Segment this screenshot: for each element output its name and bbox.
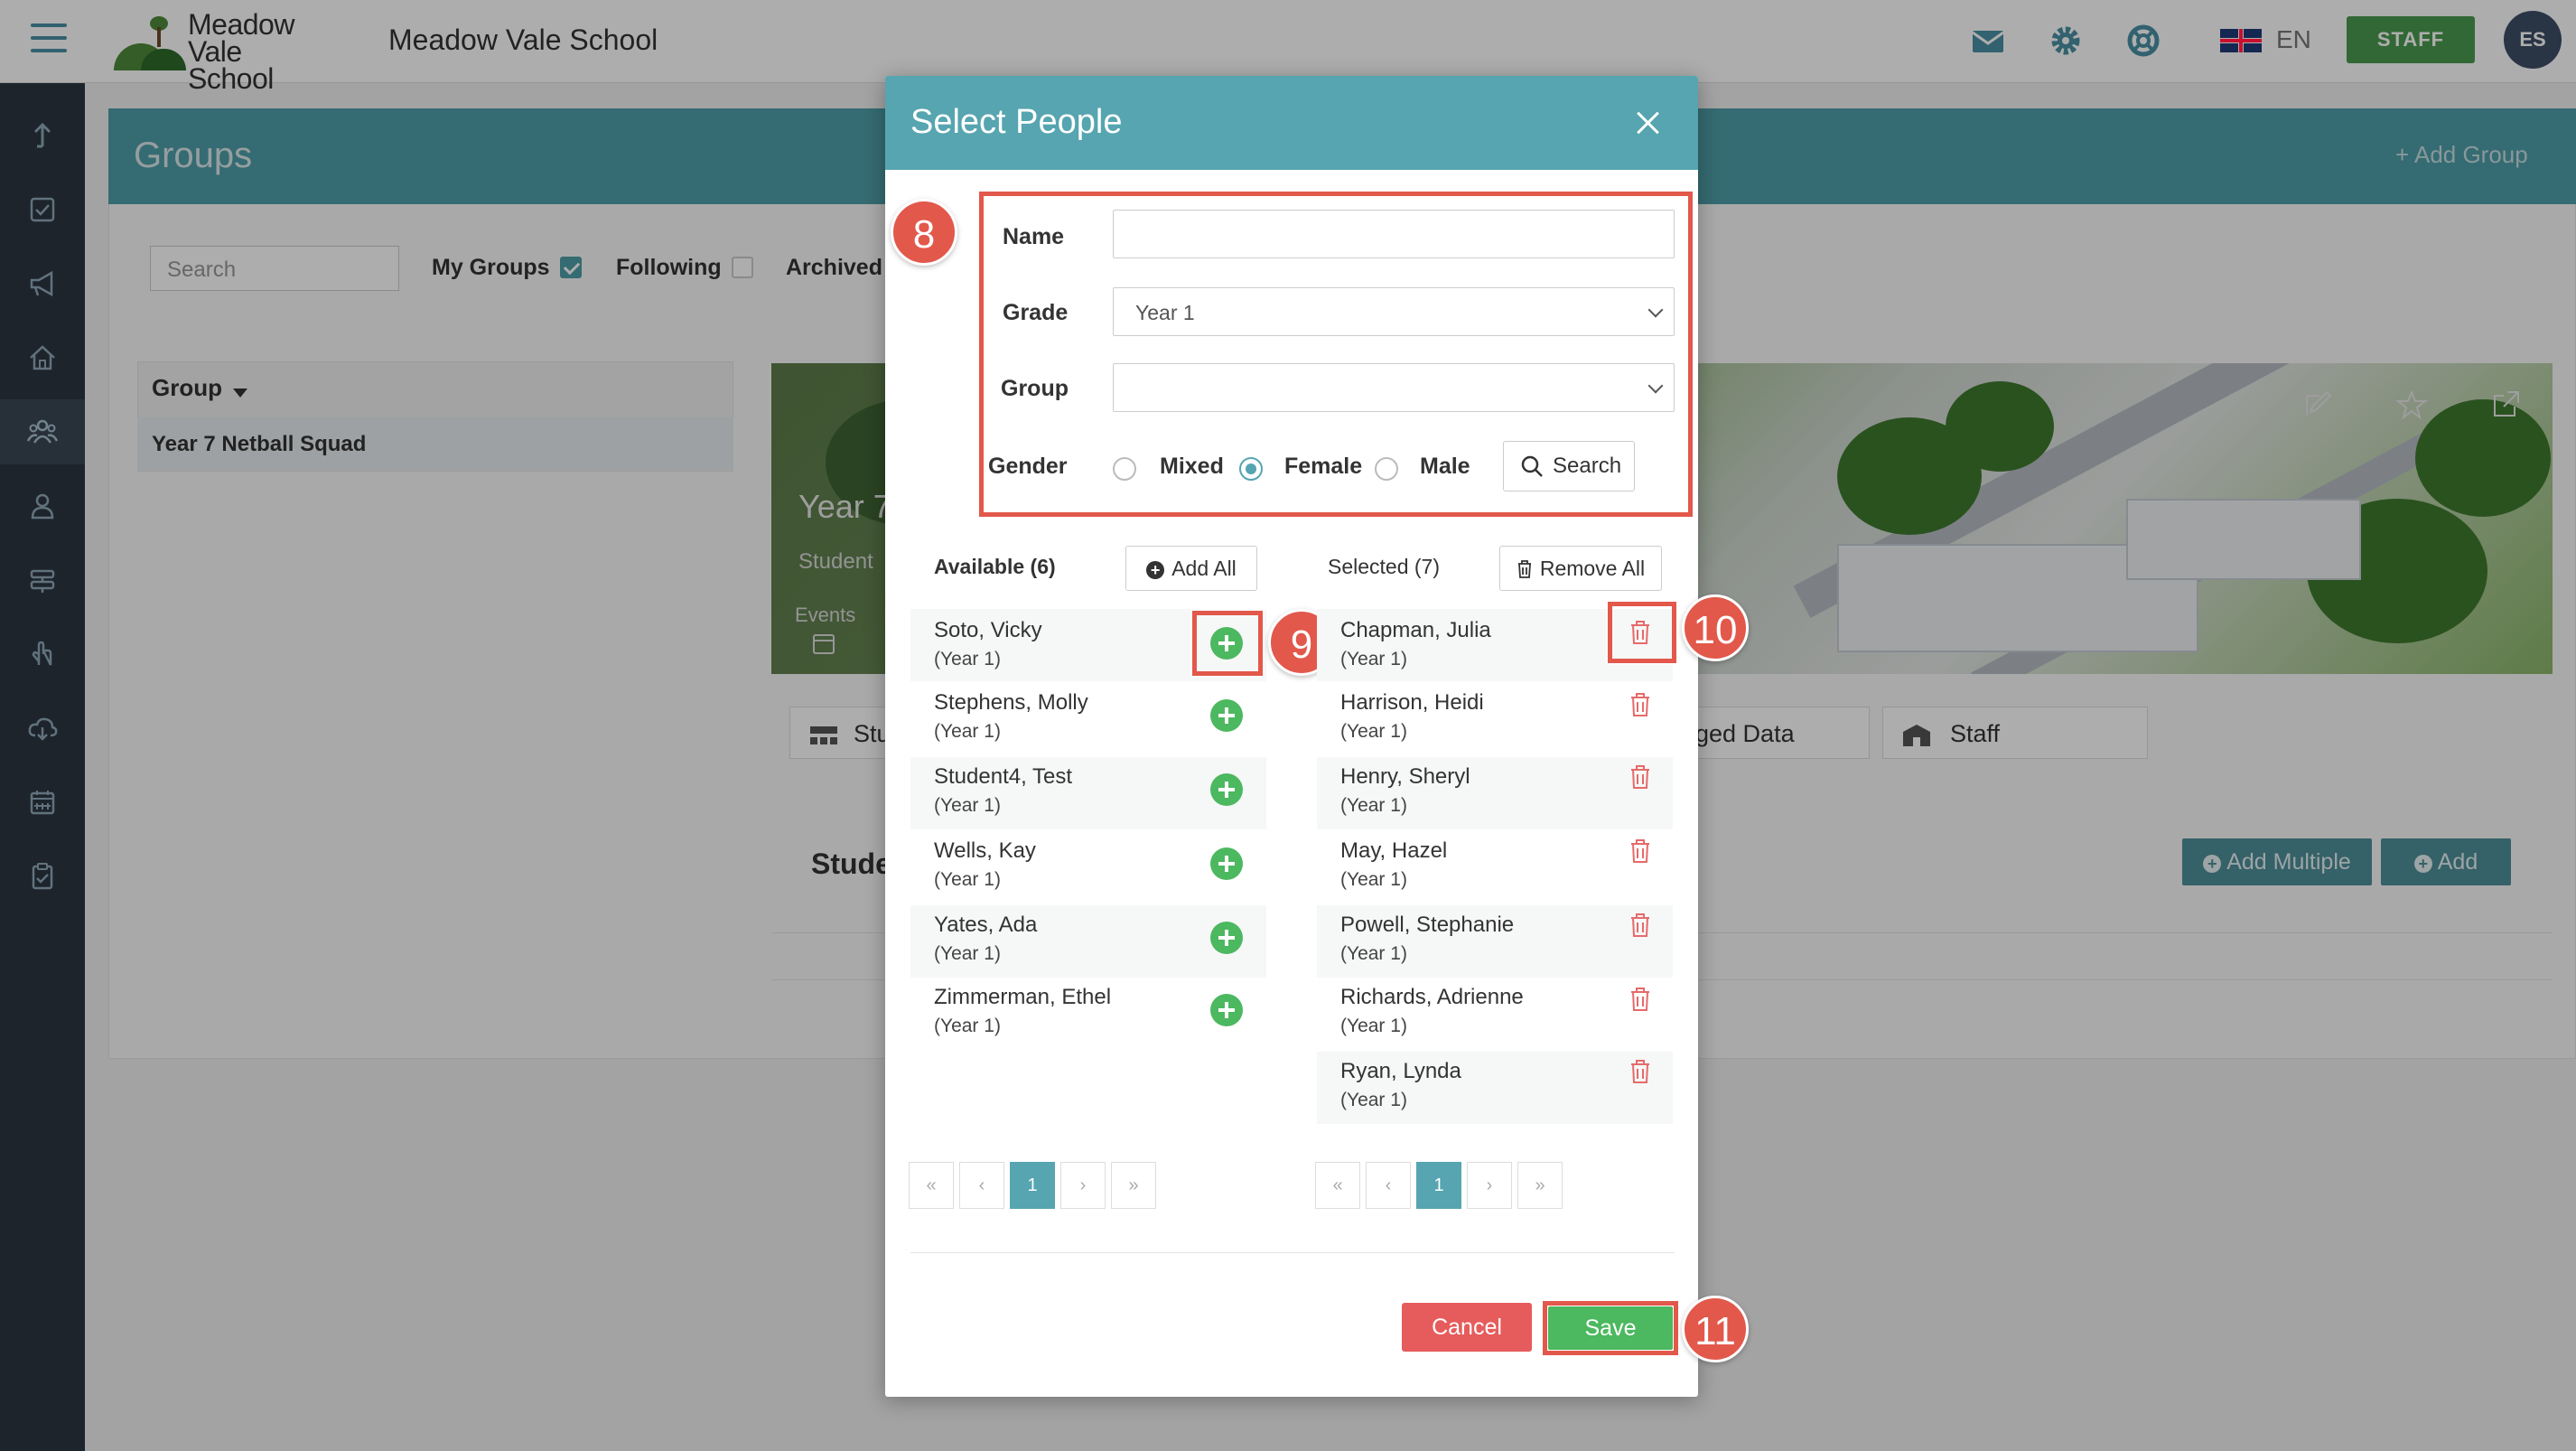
selected-year: (Year 1) (1340, 943, 1407, 964)
gender-female-label[interactable]: Female (1284, 454, 1362, 480)
available-name: Zimmerman, Ethel (934, 985, 1112, 1009)
add-person-icon[interactable] (1210, 994, 1243, 1026)
name-label: Name (1003, 224, 1065, 249)
selected-year: (Year 1) (1340, 795, 1407, 816)
pager-next[interactable]: › (1467, 1162, 1512, 1209)
trash-icon[interactable] (1629, 913, 1651, 938)
grade-select-value: Year 1 (1135, 301, 1195, 324)
grade-label: Grade (1003, 300, 1069, 325)
pager-next[interactable]: › (1060, 1162, 1106, 1209)
available-year: (Year 1) (934, 1016, 1001, 1036)
selected-name: Harrison, Heidi (1340, 690, 1484, 715)
add-all-button[interactable]: + Add All (1125, 546, 1257, 591)
plus-circle-icon: + (1146, 560, 1165, 579)
trash-icon[interactable] (1629, 987, 1651, 1012)
available-name: Yates, Ada (934, 913, 1038, 937)
add-person-icon[interactable] (1210, 627, 1243, 660)
available-name: Wells, Kay (934, 838, 1036, 863)
available-name: Stephens, Molly (934, 690, 1088, 715)
trash-icon[interactable] (1629, 692, 1651, 717)
trash-icon (1517, 560, 1531, 579)
selected-name: Chapman, Julia (1340, 618, 1491, 642)
cancel-button[interactable]: Cancel (1402, 1303, 1532, 1352)
search-button-label: Search (1553, 454, 1622, 478)
group-label: Group (1001, 376, 1069, 401)
available-year: (Year 1) (934, 649, 1001, 669)
trash-icon[interactable] (1629, 838, 1651, 864)
available-year: (Year 1) (934, 943, 1001, 964)
available-name: Student4, Test (934, 764, 1072, 789)
search-button[interactable]: Search (1503, 441, 1635, 491)
selected-header: Selected (7) (1328, 555, 1441, 578)
pager-last[interactable]: » (1111, 1162, 1156, 1209)
selected-year: (Year 1) (1340, 649, 1407, 669)
selected-year: (Year 1) (1340, 869, 1407, 890)
add-person-icon[interactable] (1210, 773, 1243, 806)
add-person-icon[interactable] (1210, 922, 1243, 954)
available-year: (Year 1) (934, 869, 1001, 890)
pager-last[interactable]: » (1517, 1162, 1563, 1209)
available-year: (Year 1) (934, 795, 1001, 816)
selected-year: (Year 1) (1340, 1090, 1407, 1110)
annotation-badge-11: 11 (1682, 1296, 1749, 1362)
close-icon[interactable] (1631, 107, 1664, 139)
search-icon (1521, 455, 1543, 477)
gender-female-radio[interactable] (1239, 457, 1263, 481)
pager-prev[interactable]: ‹ (959, 1162, 1004, 1209)
selected-name: Henry, Sheryl (1340, 764, 1470, 789)
selected-name: Powell, Stephanie (1340, 913, 1515, 937)
remove-all-label: Remove All (1539, 556, 1646, 580)
save-button[interactable]: Save (1548, 1306, 1673, 1350)
gender-label: Gender (988, 454, 1068, 479)
trash-icon[interactable] (1629, 620, 1651, 645)
pager-page-1[interactable]: 1 (1416, 1162, 1461, 1209)
available-year: (Year 1) (934, 721, 1001, 742)
chevron-down-icon (1647, 302, 1664, 318)
add-person-icon[interactable] (1210, 847, 1243, 880)
selected-year: (Year 1) (1340, 721, 1407, 742)
pager-first[interactable]: « (1315, 1162, 1360, 1209)
remove-all-button[interactable]: Remove All (1499, 546, 1662, 591)
gender-mixed-radio[interactable] (1113, 457, 1136, 481)
grade-select[interactable]: Year 1 (1113, 287, 1675, 336)
selected-year: (Year 1) (1340, 1016, 1407, 1036)
annotation-badge-8: 8 (891, 199, 957, 266)
gender-male-radio[interactable] (1375, 457, 1398, 481)
pager-page-1[interactable]: 1 (1010, 1162, 1055, 1209)
selected-name: Richards, Adrienne (1340, 985, 1524, 1009)
add-person-icon[interactable] (1210, 699, 1243, 732)
pager-first[interactable]: « (909, 1162, 954, 1209)
annotation-badge-10: 10 (1682, 594, 1749, 661)
group-select[interactable] (1113, 363, 1675, 412)
available-name: Soto, Vicky (934, 618, 1042, 642)
modal-footer-divider (910, 1252, 1675, 1253)
pager-prev[interactable]: ‹ (1366, 1162, 1411, 1209)
gender-mixed-label[interactable]: Mixed (1160, 454, 1224, 480)
trash-icon[interactable] (1629, 764, 1651, 790)
trash-icon[interactable] (1629, 1059, 1651, 1084)
add-all-label: Add All (1171, 556, 1237, 580)
chevron-down-icon (1647, 378, 1664, 394)
available-header: Available (6) (934, 555, 1056, 578)
gender-male-label[interactable]: Male (1420, 454, 1470, 480)
selected-name: May, Hazel (1340, 838, 1448, 863)
name-input[interactable] (1113, 210, 1675, 258)
modal-title: Select People (910, 103, 1123, 141)
selected-name: Ryan, Lynda (1340, 1059, 1461, 1083)
